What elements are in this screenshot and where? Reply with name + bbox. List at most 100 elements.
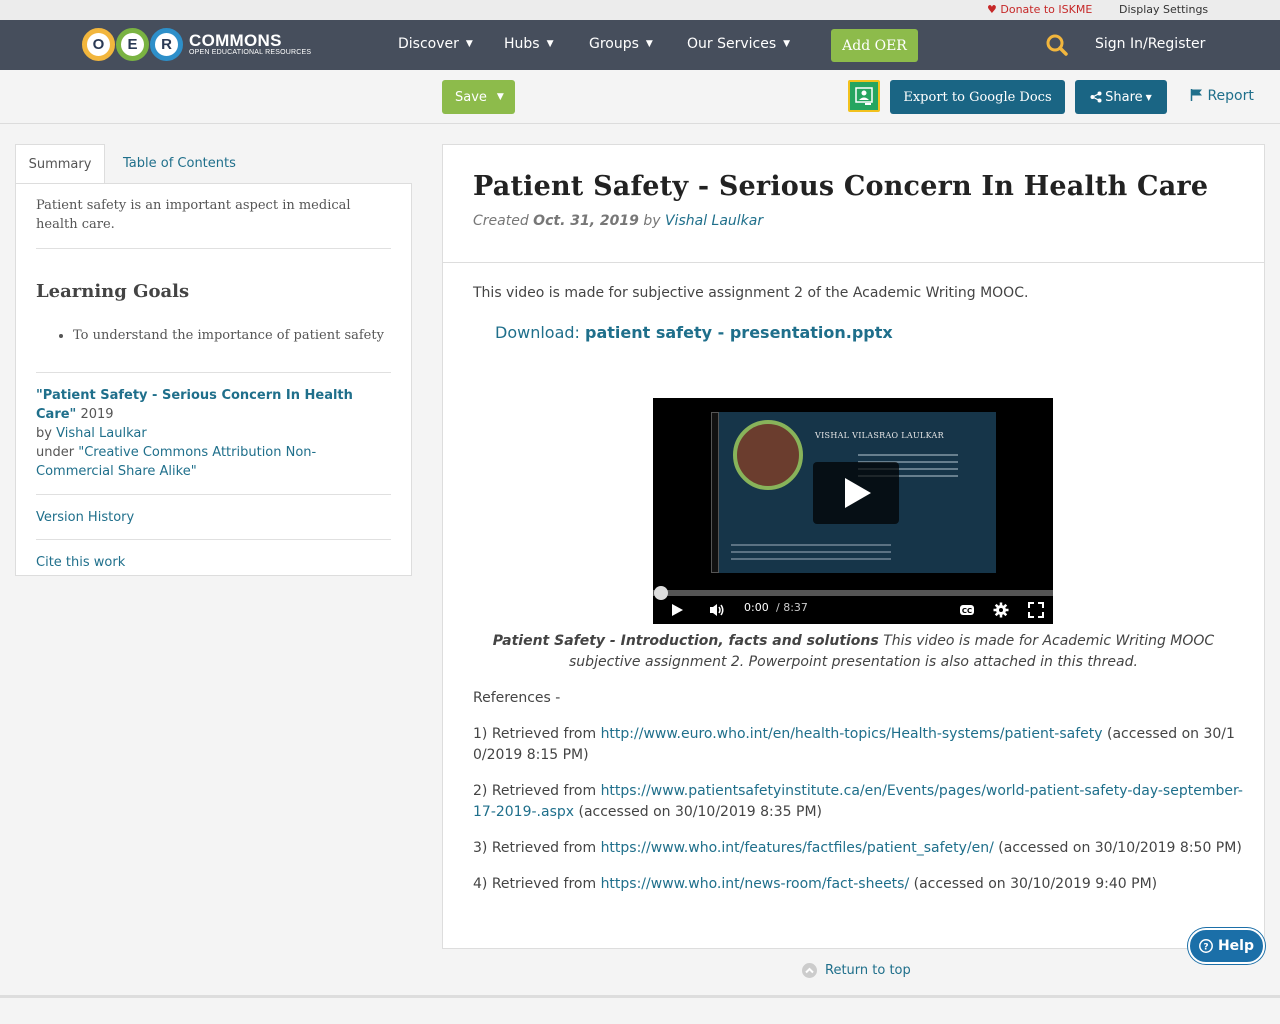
reference-prefix: 2) Retrieved from bbox=[473, 783, 597, 799]
export-google-docs-button[interactable]: Export to Google Docs bbox=[890, 80, 1065, 114]
reference-prefix: 1) Retrieved from bbox=[473, 726, 597, 742]
sidebar-tabs: Summary Table of Contents bbox=[15, 144, 412, 184]
search-icon[interactable] bbox=[1046, 34, 1068, 56]
attribution-license-link[interactable]: "Creative Commons Attribution Non-Commer… bbox=[36, 445, 316, 479]
reference-accessed: (accessed on 30/10/2019 8:35 PM) bbox=[578, 804, 823, 820]
donate-label: Donate to ISKME bbox=[1000, 3, 1093, 16]
reference-prefix: 4) Retrieved from bbox=[473, 876, 597, 892]
cite-this-work-link[interactable]: Cite this work bbox=[36, 555, 391, 570]
created-meta: Created Oct. 31, 2019 by Vishal Laulkar bbox=[473, 213, 763, 229]
caption-title: Patient Safety - Introduction, facts and… bbox=[492, 633, 879, 649]
learning-goal-item: To understand the importance of patient … bbox=[73, 328, 391, 343]
references-section: References - 1) Retrieved from http://ww… bbox=[473, 688, 1243, 910]
video-current-time: 0:00 bbox=[744, 601, 769, 614]
return-to-top-label: Return to top bbox=[825, 963, 911, 978]
progress-scrubber[interactable] bbox=[654, 586, 668, 600]
presenter-photo bbox=[733, 420, 803, 490]
logo-name: COMMONS bbox=[189, 30, 282, 50]
version-history-link[interactable]: Version History bbox=[36, 510, 391, 525]
main-navbar: O E R COMMONS OPEN EDUCATIONAL RESOURCES… bbox=[0, 20, 1280, 70]
video-caption: Patient Safety - Introduction, facts and… bbox=[473, 631, 1234, 673]
references-heading: References - bbox=[473, 690, 561, 706]
nav-discover-label: Discover bbox=[398, 36, 459, 52]
share-label: Share bbox=[1105, 89, 1143, 105]
volume-icon[interactable] bbox=[709, 602, 725, 618]
help-label: Help bbox=[1217, 938, 1255, 954]
created-label: Created bbox=[473, 213, 529, 229]
divider bbox=[36, 494, 391, 495]
reference-item: 2) Retrieved from https://www.patientsaf… bbox=[473, 781, 1243, 823]
reference-accessed: (accessed on 30/10/2019 8:50 PM) bbox=[998, 840, 1242, 856]
attribution-year: 2019 bbox=[80, 407, 114, 422]
reference-link[interactable]: http://www.euro.who.int/en/health-topics… bbox=[601, 726, 1103, 742]
video-progress-bar[interactable] bbox=[653, 590, 1053, 596]
donate-link[interactable]: ♥ Donate to ISKME bbox=[987, 3, 1092, 16]
heart-icon: ♥ bbox=[987, 3, 997, 16]
play-icon[interactable] bbox=[669, 602, 685, 618]
fullscreen-icon[interactable] bbox=[1028, 602, 1044, 618]
nav-groups-label: Groups bbox=[589, 36, 639, 52]
download-label: Download: bbox=[495, 323, 580, 342]
chevron-up-icon bbox=[802, 963, 817, 978]
attribution: "Patient Safety - Serious Concern In Hea… bbox=[36, 386, 391, 481]
thumbnail-sidebar-strip bbox=[711, 412, 719, 573]
attribution-under: under bbox=[36, 445, 75, 460]
reference-item: 4) Retrieved from https://www.who.int/ne… bbox=[473, 874, 1243, 895]
thumbnail-footer-lines bbox=[731, 539, 891, 565]
utility-bar: ♥ Donate to ISKME Display Settings bbox=[0, 0, 1280, 20]
chevron-down-icon: ▼ bbox=[645, 39, 653, 49]
tab-table-of-contents[interactable]: Table of Contents bbox=[123, 144, 236, 184]
play-icon bbox=[845, 478, 871, 508]
nav-hubs[interactable]: Hubs ▼ bbox=[504, 36, 554, 52]
report-label: Report bbox=[1207, 88, 1254, 104]
chevron-down-icon: ▼ bbox=[546, 39, 554, 49]
author-link[interactable]: Vishal Laulkar bbox=[665, 213, 763, 229]
return-to-top-link[interactable]: Return to top bbox=[802, 963, 911, 978]
gear-icon[interactable] bbox=[993, 602, 1009, 618]
video-player[interactable]: VISHAL VILASRAO LAULKAR 0:00 / 8:37 CC bbox=[653, 398, 1053, 624]
divider bbox=[36, 539, 391, 540]
summary-text: Patient safety is an important aspect in… bbox=[36, 198, 351, 232]
share-button[interactable]: Share ▼ bbox=[1075, 80, 1167, 114]
reference-link[interactable]: https://www.who.int/news-room/fact-sheet… bbox=[601, 876, 910, 892]
closed-captions-icon[interactable]: CC bbox=[959, 602, 975, 618]
footer-divider bbox=[0, 995, 1280, 998]
nav-discover[interactable]: Discover ▼ bbox=[398, 36, 473, 52]
nav-our-services[interactable]: Our Services ▼ bbox=[687, 36, 790, 52]
google-classroom-icon[interactable] bbox=[848, 80, 880, 112]
svg-text:?: ? bbox=[1203, 943, 1208, 953]
save-label: Save bbox=[455, 89, 487, 105]
download-link[interactable]: Download: patient safety - presentation.… bbox=[495, 323, 893, 342]
share-icon bbox=[1090, 91, 1102, 103]
svg-text:CC: CC bbox=[962, 607, 972, 615]
display-settings-link[interactable]: Display Settings bbox=[1119, 3, 1208, 16]
nav-groups[interactable]: Groups ▼ bbox=[589, 36, 653, 52]
reference-link[interactable]: https://www.who.int/features/factfiles/p… bbox=[601, 840, 994, 856]
summary-panel: Patient safety is an important aspect in… bbox=[15, 183, 412, 576]
classroom-figure-icon bbox=[855, 87, 873, 105]
video-duration: / 8:37 bbox=[776, 601, 808, 614]
resource-toolbar: Save ▼ Export to Google Docs Share ▼ Repo… bbox=[0, 70, 1280, 124]
intro-text: This video is made for subjective assign… bbox=[473, 285, 1029, 301]
thumbnail-title: VISHAL VILASRAO LAULKAR bbox=[815, 431, 944, 440]
sign-in-register-link[interactable]: Sign In/Register bbox=[1095, 36, 1205, 52]
learning-goals-heading: Learning Goals bbox=[36, 281, 190, 302]
oer-commons-logo[interactable]: O E R COMMONS OPEN EDUCATIONAL RESOURCES bbox=[82, 26, 311, 62]
help-button[interactable]: ? Help bbox=[1188, 928, 1265, 964]
flag-icon bbox=[1190, 89, 1202, 101]
resource-main: Patient Safety - Serious Concern In Heal… bbox=[442, 144, 1265, 949]
logo-wordmark: COMMONS OPEN EDUCATIONAL RESOURCES bbox=[189, 32, 311, 57]
nav-our-services-label: Our Services bbox=[687, 36, 777, 52]
chevron-down-icon: ▼ bbox=[465, 39, 473, 49]
report-link[interactable]: Report bbox=[1190, 88, 1254, 104]
attribution-author-link[interactable]: Vishal Laulkar bbox=[56, 426, 147, 441]
logo-letter-o: O bbox=[82, 27, 115, 61]
reference-item: 3) Retrieved from https://www.who.int/fe… bbox=[473, 838, 1243, 859]
big-play-button[interactable] bbox=[813, 462, 899, 524]
save-button[interactable]: Save ▼ bbox=[442, 80, 515, 114]
tab-summary[interactable]: Summary bbox=[15, 144, 105, 184]
chevron-down-icon: ▼ bbox=[496, 92, 504, 102]
download-filename: patient safety - presentation.pptx bbox=[585, 323, 893, 342]
divider bbox=[36, 248, 391, 249]
add-oer-button[interactable]: Add OER bbox=[831, 29, 918, 62]
